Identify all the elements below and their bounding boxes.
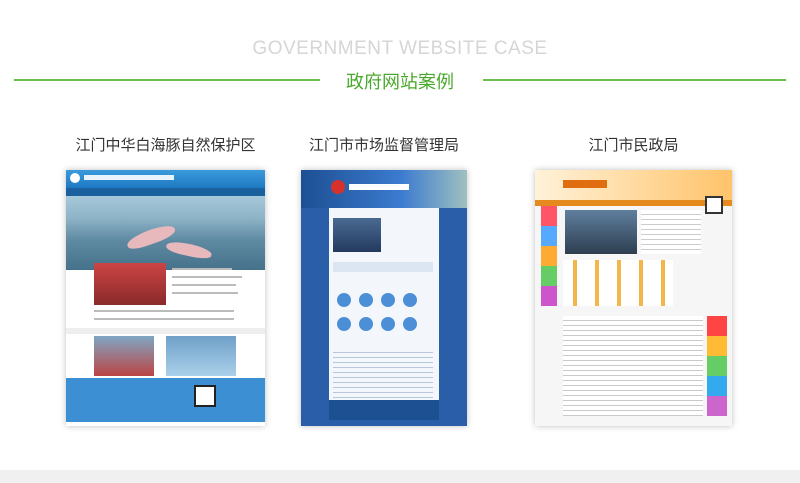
case-label-civil-affairs: 江门市民政局 — [588, 136, 679, 154]
case-screenshot-dolphin-reserve[interactable] — [66, 170, 265, 426]
building-image — [94, 336, 154, 376]
news-list — [333, 348, 433, 398]
banner-dolphin-image — [66, 196, 265, 270]
qr-code-icon — [705, 196, 723, 214]
site-footer — [329, 400, 439, 420]
site-nav — [66, 188, 265, 196]
case-label-dolphin-reserve: 江门中华白海豚自然保护区 — [75, 136, 256, 154]
right-banners — [707, 316, 727, 416]
meeting-photo — [333, 218, 381, 252]
side-shortcuts — [541, 206, 557, 306]
news-list — [641, 210, 701, 254]
service-icons — [563, 260, 673, 306]
site-footer — [66, 378, 265, 422]
section-title-cn: 政府网站案例 — [346, 72, 454, 93]
site-logo-icon — [70, 173, 80, 183]
service-icons — [333, 290, 433, 338]
site-header — [301, 170, 467, 208]
notice-list — [563, 316, 703, 416]
case-screenshot-civil-affairs[interactable] — [535, 170, 732, 426]
section-title-en: GOVERNMENT WEBSITE CASE — [252, 38, 548, 59]
dolphin-graphic-image — [166, 336, 236, 376]
qr-code-icon — [194, 385, 216, 407]
news-photo — [94, 263, 166, 305]
case-label-market-supervision: 江门市市场监督管理局 — [308, 136, 459, 154]
site-header — [535, 170, 732, 200]
national-emblem-icon — [331, 180, 345, 194]
news-photo — [565, 210, 637, 254]
site-nav — [535, 200, 732, 206]
case-screenshot-market-supervision[interactable] — [301, 170, 467, 426]
